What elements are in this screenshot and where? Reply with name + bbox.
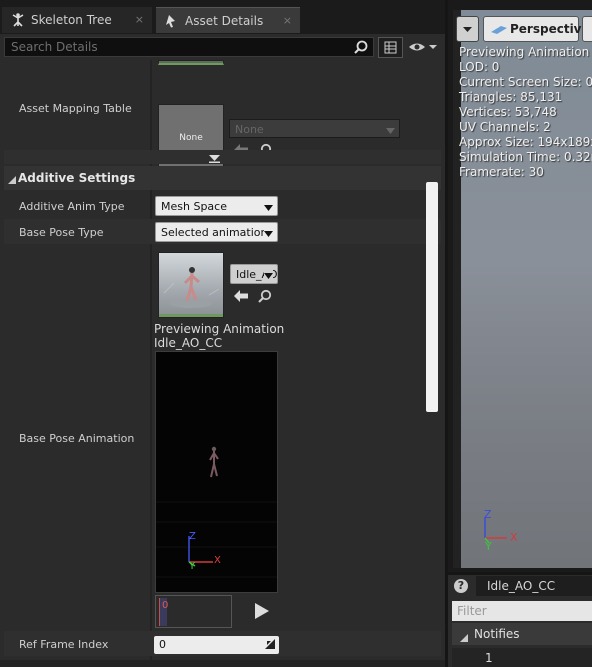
chevron-down-icon	[386, 124, 395, 137]
chevron-down-icon	[264, 227, 273, 240]
base-pose-animation-thumbnail[interactable]	[158, 252, 224, 318]
view-options-icon[interactable]	[378, 37, 403, 58]
tab-asset-details[interactable]: Asset Details ×	[156, 7, 300, 33]
axis-y-label: Y	[485, 540, 492, 553]
base-pose-animation-combo[interactable]: Idle_AO_CC	[230, 264, 278, 284]
notifies-track-row[interactable]: 1	[452, 648, 592, 667]
stat-line: UV Channels: 2	[459, 120, 551, 134]
tab-skeleton-tree[interactable]: Skeleton Tree ×	[2, 7, 152, 33]
axis-y-label: Y	[189, 561, 196, 572]
details-scrollbar[interactable]	[426, 182, 438, 412]
notifies-asset-name: Idle_AO_CC	[476, 576, 592, 596]
eye-icon[interactable]	[407, 39, 439, 55]
resize-grip-icon	[265, 639, 275, 652]
axis-x-label: X	[510, 531, 518, 544]
base-pose-type-label: Base Pose Type	[19, 226, 104, 239]
additive-settings-header[interactable]: Additive Settings	[4, 166, 441, 190]
notifies-header[interactable]: Notifies	[452, 623, 592, 645]
help-icon[interactable]: ?	[454, 579, 468, 593]
preview-caption-line1: Previewing Animation	[154, 322, 285, 336]
axis-z-label: Z	[484, 508, 492, 521]
ref-frame-index-label: Ref Frame Index	[19, 638, 109, 651]
expand-arrow-icon	[209, 153, 220, 166]
thumbnail-underline	[159, 314, 223, 317]
close-icon[interactable]: ×	[283, 14, 292, 27]
dropdown-value: Mesh Space	[161, 200, 227, 213]
tab-label: Skeleton Tree	[31, 13, 112, 27]
notifies-filter-input[interactable]: Filter	[452, 601, 592, 621]
preview-timeline[interactable]: 0	[155, 595, 232, 628]
view-mode-button[interactable]	[582, 16, 592, 42]
perspective-label: Perspective	[510, 22, 590, 36]
axis-z-label: Z	[189, 531, 196, 542]
stat-line: Current Screen Size: 0.94	[459, 75, 592, 89]
panel-bottom-strip	[0, 660, 445, 667]
use-selected-arrow-icon[interactable]	[234, 290, 248, 305]
details-panel: Search Details Asset Mapping Table None …	[0, 34, 445, 667]
preview-caption-line2: Idle_AO_CC	[154, 336, 223, 350]
dropdown-value: Selected animation	[161, 226, 268, 239]
filter-placeholder: Filter	[457, 604, 487, 618]
skeleton-icon	[10, 12, 26, 28]
timeline-frame: 0	[162, 600, 169, 611]
collapse-triangle-icon	[8, 174, 16, 187]
viewport-stats: Previewing Animation Idl LOD: 0 Current …	[459, 45, 592, 180]
search-row: Search Details	[0, 34, 445, 60]
additive-anim-type-label: Additive Anim Type	[19, 200, 125, 213]
track-number: 1	[485, 651, 493, 665]
asset-mapping-label: Asset Mapping Table	[19, 102, 132, 115]
collapse-triangle-icon	[460, 631, 468, 645]
stat-line: LOD: 0	[459, 60, 500, 74]
thumbnail-none-text: None	[179, 132, 203, 143]
stat-line: Approx Size: 194x189x29	[459, 135, 592, 149]
stat-line: Simulation Time: 0.32ms	[459, 150, 592, 164]
advanced-expander[interactable]	[4, 150, 441, 164]
additive-anim-type-dropdown[interactable]: Mesh Space	[155, 196, 278, 216]
animation-preview-viewport[interactable]: Z X Y	[155, 351, 278, 593]
tab-label: Asset Details	[185, 13, 264, 28]
chevron-down-icon	[463, 27, 472, 32]
ref-frame-index-input[interactable]: 0	[154, 636, 279, 654]
stat-line: Triangles: 85,131	[459, 90, 563, 104]
base-pose-animation-label: Base Pose Animation	[19, 432, 135, 445]
close-icon[interactable]: ×	[135, 13, 144, 26]
notifies-header-label: Notifies	[474, 627, 520, 641]
viewport-menu-button[interactable]	[456, 16, 479, 42]
section-title: Additive Settings	[18, 171, 136, 185]
search-icon[interactable]	[354, 40, 368, 57]
asset-details-icon	[164, 13, 180, 29]
stat-line: Framerate: 30	[459, 165, 544, 179]
input-value: 0	[159, 638, 166, 651]
character-figure-icon	[163, 267, 220, 308]
asset-mapping-combo[interactable]: None	[229, 119, 400, 138]
play-icon[interactable]	[254, 602, 270, 623]
chevron-down-icon	[264, 269, 273, 282]
stat-line: Previewing Animation Idl	[459, 45, 592, 59]
combo-value: None	[235, 123, 264, 136]
browse-search-icon[interactable]	[258, 289, 272, 306]
preview-caption: Previewing Animation Idle_AO_CC	[154, 322, 284, 350]
camera-icon	[491, 26, 507, 34]
stat-line: Vertices: 53,748	[459, 105, 557, 119]
perspective-button[interactable]: Perspective	[483, 16, 590, 42]
axis-x-label: X	[214, 555, 221, 566]
asset-mapping-row: Asset Mapping Table None None	[0, 64, 441, 172]
tab-bar: Skeleton Tree × Asset Details ×	[0, 0, 445, 34]
chevron-down-icon	[264, 201, 273, 214]
search-input[interactable]: Search Details	[4, 37, 374, 57]
search-placeholder: Search Details	[11, 40, 98, 54]
base-pose-type-dropdown[interactable]: Selected animation	[155, 222, 278, 242]
